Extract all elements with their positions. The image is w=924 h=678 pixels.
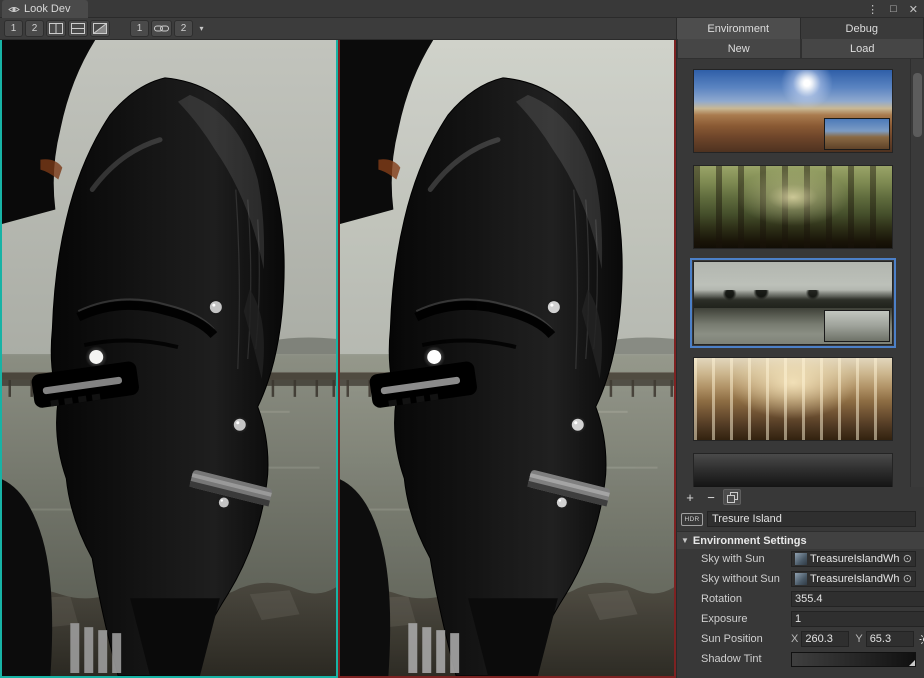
hdri-thumbnail-treasure-island[interactable] bbox=[693, 261, 893, 345]
sun-icon bbox=[919, 633, 924, 646]
split-diagonal-icon bbox=[93, 23, 107, 34]
panel-tabs: Environment Debug bbox=[677, 18, 924, 40]
view-single2-button[interactable]: 2 bbox=[25, 20, 44, 37]
x-axis-label: X bbox=[791, 633, 798, 645]
window-title: Look Dev bbox=[24, 3, 70, 15]
environment-dropdown-button[interactable]: ▾ bbox=[195, 20, 208, 37]
environment-settings-rows: Sky with Sun TreasureIslandWh ⊙ Sky with… bbox=[677, 549, 924, 669]
title-bar: Look Dev ⋮ □ ✕ bbox=[0, 0, 924, 18]
exposure-input[interactable] bbox=[791, 611, 924, 627]
view-split-button[interactable] bbox=[68, 20, 88, 37]
hdr-name-input[interactable] bbox=[707, 511, 916, 527]
eye-icon bbox=[8, 5, 20, 14]
view-side-by-side-button[interactable] bbox=[46, 20, 66, 37]
hdri-thumbnail-forest[interactable] bbox=[693, 165, 893, 249]
lookdev-viewport[interactable] bbox=[0, 40, 676, 678]
lookdev-window: Look Dev ⋮ □ ✕ 1 2 bbox=[0, 0, 924, 678]
row-shadow-tint: Shadow Tint bbox=[677, 649, 924, 669]
environment-panel: Environment Debug New Load bbox=[676, 18, 924, 678]
lookdev-toolbar: 1 2 1 bbox=[0, 18, 676, 40]
environment-1-button[interactable]: 1 bbox=[130, 20, 149, 37]
tab-environment[interactable]: Environment bbox=[677, 18, 801, 39]
view-zone-button[interactable] bbox=[90, 20, 110, 37]
rotation-input[interactable] bbox=[791, 591, 924, 607]
hdri-thumbnail-dark[interactable] bbox=[693, 453, 893, 487]
sun-position-y-input[interactable] bbox=[866, 631, 914, 647]
view-2-render[interactable] bbox=[338, 40, 676, 678]
chevron-down-icon: ▾ bbox=[199, 24, 203, 33]
row-sky-without-sun: Sky without Sun TreasureIslandWh ⊙ bbox=[677, 569, 924, 589]
foldout-triangle-icon: ▼ bbox=[681, 536, 689, 545]
hdr-badge: HDR bbox=[681, 513, 703, 526]
hdri-thumbnail-desert-sun[interactable] bbox=[693, 69, 893, 153]
object-picker-icon[interactable]: ⊙ bbox=[903, 574, 912, 585]
cubemap-mini-icon bbox=[795, 553, 807, 565]
window-menu-icon[interactable]: ⋮ bbox=[867, 3, 878, 16]
tab-look-dev[interactable]: Look Dev bbox=[2, 0, 88, 18]
close-icon[interactable]: ✕ bbox=[909, 3, 918, 16]
hdri-thumbnail-church[interactable] bbox=[693, 357, 893, 441]
row-sun-position: Sun Position X Y bbox=[677, 629, 924, 649]
hdri-inset-preview bbox=[824, 310, 890, 342]
maximize-icon[interactable]: □ bbox=[890, 3, 897, 15]
shadow-tint-color-field[interactable] bbox=[791, 652, 916, 667]
view-single1-button[interactable]: 1 bbox=[4, 20, 23, 37]
sun-position-x-input[interactable] bbox=[801, 631, 849, 647]
link-environments-button[interactable] bbox=[151, 20, 172, 37]
sun-picker-button[interactable] bbox=[919, 633, 924, 646]
hdr-name-row: HDR bbox=[681, 509, 916, 529]
panel-scrollbar[interactable] bbox=[910, 59, 924, 487]
duplicate-icon bbox=[727, 492, 738, 503]
robot-head-render-left bbox=[2, 40, 336, 676]
row-sky-with-sun: Sky with Sun TreasureIslandWh ⊙ bbox=[677, 549, 924, 569]
view-1-render[interactable] bbox=[0, 40, 338, 678]
object-picker-icon[interactable]: ⊙ bbox=[903, 554, 912, 565]
environment-settings-header[interactable]: ▼ Environment Settings bbox=[677, 531, 924, 549]
environment-actions: New Load bbox=[677, 39, 924, 59]
sky-with-sun-object-field[interactable]: TreasureIslandWh ⊙ bbox=[791, 551, 916, 567]
cubemap-mini-icon bbox=[795, 573, 807, 585]
row-rotation: Rotation bbox=[677, 589, 924, 609]
hdri-list-actions: + − bbox=[681, 487, 741, 507]
environment-2-button[interactable]: 2 bbox=[174, 20, 193, 37]
hdri-list bbox=[677, 59, 910, 487]
split-screen-icon bbox=[71, 23, 85, 34]
robot-head-render-right bbox=[340, 40, 674, 676]
sky-without-sun-object-field[interactable]: TreasureIslandWh ⊙ bbox=[791, 571, 916, 587]
hdri-inset-preview bbox=[824, 118, 890, 150]
tab-debug[interactable]: Debug bbox=[801, 18, 924, 39]
new-button[interactable]: New bbox=[677, 39, 801, 59]
add-hdri-button[interactable]: + bbox=[681, 489, 699, 505]
load-button[interactable]: Load bbox=[801, 39, 924, 59]
duplicate-hdri-button[interactable] bbox=[723, 489, 741, 505]
y-axis-label: Y bbox=[855, 633, 862, 645]
remove-hdri-button[interactable]: − bbox=[702, 489, 720, 505]
side-by-side-icon bbox=[49, 23, 63, 34]
row-exposure: Exposure bbox=[677, 609, 924, 629]
scrollbar-thumb[interactable] bbox=[913, 73, 922, 137]
link-icon bbox=[154, 24, 169, 33]
